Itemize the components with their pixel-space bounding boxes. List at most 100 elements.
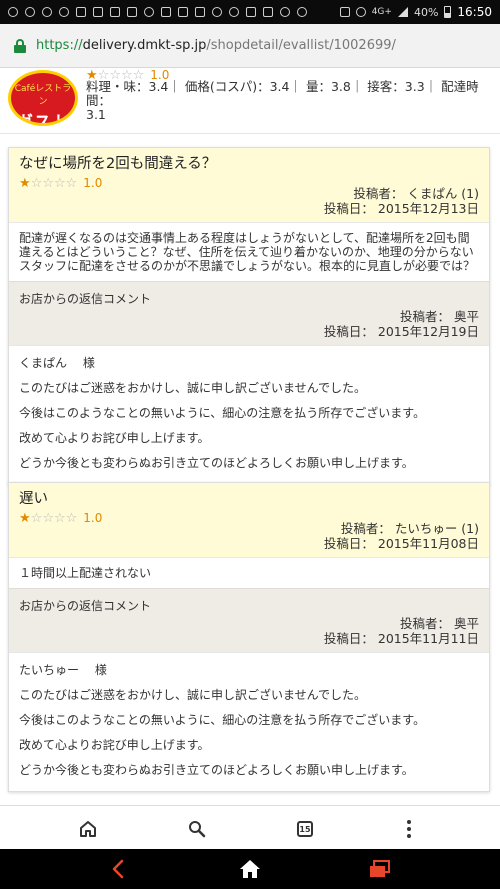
status-bar: 4G+ 40% 16:50 bbox=[0, 0, 500, 24]
logo-subtitle: Caféレストラン bbox=[14, 84, 72, 107]
url-host: delivery.dmkt-sp.jp bbox=[82, 38, 207, 53]
rating-value: 1.0 bbox=[83, 511, 103, 525]
review-date: 投稿日： 2015年12月13日 bbox=[323, 201, 479, 216]
review-date: 投稿日： 2015年11月08日 bbox=[323, 536, 479, 551]
page: 4G+ 40% 16:50 https://delivery.dmkt-sp.j… bbox=[0, 0, 500, 889]
reply-poster: 投稿者： 奥平 bbox=[400, 309, 479, 324]
notification-icon bbox=[25, 7, 35, 17]
shop-logo[interactable]: Caféレストラン ガスト bbox=[8, 70, 78, 126]
review-title: なぜに場所を2回も間違える？ bbox=[19, 156, 217, 172]
stats-line: 3.1 bbox=[86, 107, 106, 122]
reply-line: 今後はこのようなことの無いように、細心の注意を払う所存でございます。 bbox=[19, 406, 426, 420]
stats-line: 料理・味：3.4｜ 価格(コスパ)：3.4｜ 量：3.8｜ 接客：3.3｜ 配達… bbox=[86, 79, 479, 108]
do-not-disturb-icon bbox=[355, 7, 366, 17]
notification-icons bbox=[8, 7, 307, 17]
reply-date: 投稿日： 2015年11月11日 bbox=[323, 631, 479, 646]
star-empty-icon: ☆ bbox=[65, 510, 78, 526]
android-nav-bar bbox=[0, 849, 500, 889]
reply-line: このたびはご迷惑をおかけし、誠に申し訳ございませんでした。 bbox=[19, 688, 367, 702]
notification-icon bbox=[246, 7, 256, 17]
tab-count: 15 bbox=[297, 821, 313, 837]
more-menu-icon[interactable] bbox=[398, 818, 420, 840]
notification-icon bbox=[263, 7, 273, 17]
notification-icon bbox=[161, 7, 171, 17]
star-filled-icon: ★ bbox=[19, 510, 31, 526]
star-empty-icon: ☆ bbox=[30, 175, 43, 191]
tabs-icon[interactable]: 15 bbox=[294, 818, 316, 840]
star-empty-icon: ☆ bbox=[30, 510, 43, 526]
network-type: 4G+ bbox=[371, 7, 392, 17]
notification-icon bbox=[195, 7, 205, 17]
reply-meta: 投稿者： 奥平 投稿日： 2015年12月19日 bbox=[19, 309, 479, 339]
address-bar[interactable]: https://delivery.dmkt-sp.jp/shopdetail/e… bbox=[0, 24, 500, 68]
notification-icon bbox=[178, 7, 188, 17]
shop-header: Caféレストラン ガスト ★ ☆ ☆ ☆ ☆ 1.0 料理・味：3.4｜ 価格(コスパ… bbox=[0, 68, 500, 134]
review-header: 遅い ★ ☆ ☆ ☆ ☆ 1.0 投稿者： たいちゅー (1) 投稿日： 2015年11… bbox=[9, 483, 489, 557]
notification-icon bbox=[59, 7, 69, 17]
home-icon[interactable] bbox=[77, 818, 99, 840]
notification-icon bbox=[297, 7, 307, 17]
reply-line: 今後はこのようなことの無いように、細心の注意を払う所存でございます。 bbox=[19, 713, 426, 727]
back-icon[interactable] bbox=[106, 857, 130, 881]
reply-meta: 投稿者： 奥平 投稿日： 2015年11月11日 bbox=[19, 616, 479, 646]
android-home-icon[interactable] bbox=[238, 857, 262, 881]
reply-line: どうか今後とも変わらぬお引き立てのほどよろしくお願い申し上げます。 bbox=[19, 763, 414, 777]
notification-icon bbox=[212, 7, 222, 17]
reply-body: たいちゅー 様 このたびはご迷惑をおかけし、誠に申し訳ございませんでした。 今後… bbox=[9, 652, 489, 791]
reply-line: 改めて心よりお詫び申し上げます。 bbox=[19, 431, 210, 445]
reply-date: 投稿日： 2015年12月19日 bbox=[323, 324, 479, 339]
notification-icon bbox=[229, 7, 239, 17]
star-rating: ★ ☆ ☆ ☆ ☆ bbox=[19, 512, 77, 525]
reply-poster: 投稿者： 奥平 bbox=[400, 616, 479, 631]
review-body: １時間以上配達されない bbox=[9, 557, 489, 588]
review-card: なぜに場所を2回も間違える？ ★ ☆ ☆ ☆ ☆ 1.0 投稿者： くまぱん (1) 投… bbox=[8, 147, 490, 485]
battery-percent: 40% bbox=[413, 5, 439, 19]
review-meta: 投稿者： たいちゅー (1) 投稿日： 2015年11月08日 bbox=[19, 521, 479, 551]
shop-stats: 料理・味：3.4｜ 価格(コスパ)：3.4｜ 量：3.8｜ 接客：3.3｜ 配達… bbox=[86, 80, 491, 122]
reply-line: たいちゅー 様 bbox=[19, 663, 107, 677]
recent-apps-icon[interactable] bbox=[368, 857, 392, 881]
notification-icon bbox=[8, 7, 18, 17]
reply-line: くまぱん 様 bbox=[19, 356, 95, 370]
notification-icon bbox=[76, 7, 86, 17]
review-title: 遅い bbox=[19, 491, 48, 507]
reply-line: このたびはご迷惑をおかけし、誠に申し訳ございませんでした。 bbox=[19, 381, 367, 395]
battery-icon bbox=[444, 6, 452, 18]
star-empty-icon: ☆ bbox=[42, 510, 54, 526]
rating-value: 1.0 bbox=[83, 176, 103, 190]
star-rating: ★ ☆ ☆ ☆ ☆ bbox=[19, 177, 77, 190]
url-text[interactable]: https://delivery.dmkt-sp.jp/shopdetail/e… bbox=[36, 38, 396, 53]
review-card: 遅い ★ ☆ ☆ ☆ ☆ 1.0 投稿者： たいちゅー (1) 投稿日： 2015年11… bbox=[8, 482, 490, 792]
review-meta: 投稿者： くまぱん (1) 投稿日： 2015年12月13日 bbox=[19, 186, 479, 216]
notification-icon bbox=[93, 7, 103, 17]
star-empty-icon: ☆ bbox=[65, 175, 78, 191]
notification-icon bbox=[280, 7, 290, 17]
clock: 16:50 bbox=[457, 5, 492, 19]
reply-line: どうか今後とも変わらぬお引き立てのほどよろしくお願い申し上げます。 bbox=[19, 456, 414, 470]
reply-line: 改めて心よりお詫び申し上げます。 bbox=[19, 738, 210, 752]
signal-icon bbox=[397, 7, 408, 17]
reply-header: お店からの返信コメント 投稿者： 奥平 投稿日： 2015年11月11日 bbox=[9, 588, 489, 652]
browser-toolbar: 15 bbox=[0, 805, 500, 849]
reply-label: お店からの返信コメント bbox=[19, 292, 152, 306]
reply-body: くまぱん 様 このたびはご迷惑をおかけし、誠に申し訳ございませんでした。 今後は… bbox=[9, 345, 489, 484]
logo-name: ガスト bbox=[16, 113, 70, 126]
star-filled-icon: ★ bbox=[19, 175, 31, 191]
notification-icon bbox=[127, 7, 137, 17]
lock-icon[interactable] bbox=[14, 38, 26, 53]
status-right: 4G+ 40% 16:50 bbox=[339, 5, 492, 19]
notification-icon bbox=[144, 7, 154, 17]
review-body: 配達が遅くなるのは交通事情上ある程度はしょうがないとして、配達場所を2回も間違え… bbox=[9, 222, 489, 281]
reply-label: お店からの返信コメント bbox=[19, 599, 152, 613]
star-empty-icon: ☆ bbox=[53, 175, 66, 191]
star-empty-icon: ☆ bbox=[42, 175, 54, 191]
reply-header: お店からの返信コメント 投稿者： 奥平 投稿日： 2015年12月19日 bbox=[9, 281, 489, 345]
search-icon[interactable] bbox=[186, 818, 208, 840]
notification-icon bbox=[110, 7, 120, 17]
review-header: なぜに場所を2回も間違える？ ★ ☆ ☆ ☆ ☆ 1.0 投稿者： くまぱん (1) 投… bbox=[9, 148, 489, 222]
nfc-icon bbox=[339, 7, 350, 17]
star-empty-icon: ☆ bbox=[53, 510, 66, 526]
url-path: /shopdetail/evallist/1002699/ bbox=[206, 38, 396, 53]
url-scheme: https:// bbox=[36, 38, 83, 53]
notification-icon bbox=[42, 7, 52, 17]
